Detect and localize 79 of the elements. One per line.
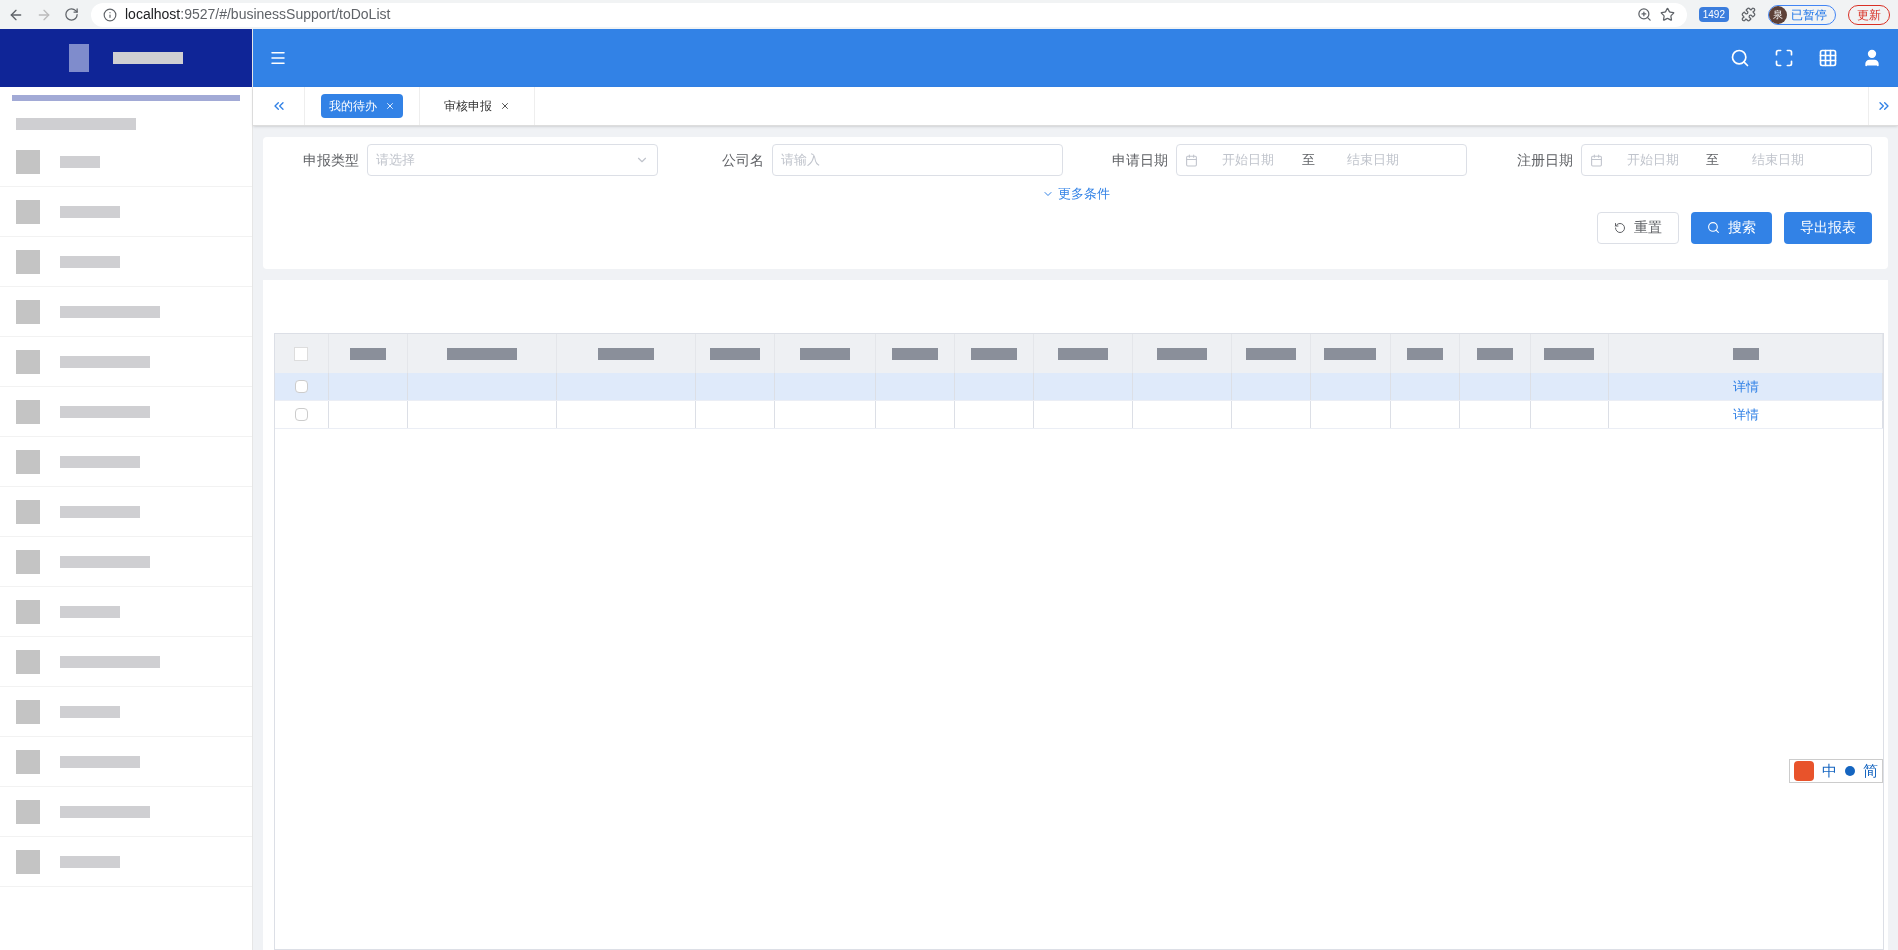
date-range-field[interactable]: 开始日期 至 结束日期 [1580, 144, 1872, 176]
header-checkbox[interactable] [294, 346, 309, 361]
table-row[interactable]: 详情 [275, 373, 1883, 401]
filter-label: 注册日期 [1515, 150, 1573, 170]
pixelated-text [60, 855, 120, 868]
pixelated-header [597, 347, 654, 360]
pixelated-icon [16, 599, 40, 624]
pixelated-icon [16, 349, 40, 374]
pixelated-header [1057, 347, 1108, 360]
pixelated-header [1246, 347, 1297, 360]
pixelated-icon [16, 149, 40, 174]
logo-icon [69, 44, 89, 72]
pixelated-text [60, 605, 120, 618]
pixelated-icon [16, 549, 40, 574]
fullscreen-icon[interactable] [1774, 48, 1794, 68]
zoom-icon[interactable] [1636, 7, 1652, 22]
address-bar[interactable]: localhost:9527/#/businessSupport/toDoList [91, 2, 1687, 27]
pixelated-text [60, 155, 100, 168]
page-tab[interactable]: 审核申报 [436, 94, 518, 118]
search-icon[interactable] [1730, 48, 1750, 68]
pixelated-header [446, 347, 517, 360]
filter-label: 申请日期 [1111, 150, 1169, 170]
pixelated-header [710, 347, 761, 360]
calendar-icon [1185, 153, 1199, 167]
pixelated-header [971, 347, 1018, 360]
search-icon [1707, 221, 1720, 234]
star-icon[interactable] [1659, 7, 1675, 22]
detail-link[interactable]: 详情 [1732, 376, 1759, 397]
ime-logo-icon [1794, 761, 1814, 781]
pixelated-header [349, 347, 386, 360]
url-text: localhost:9527/#/businessSupport/toDoList [125, 5, 391, 24]
pixelated-icon [16, 449, 40, 474]
row-checkbox[interactable] [294, 408, 308, 421]
pixelated-icon [16, 399, 40, 424]
pixelated-header [1406, 347, 1443, 360]
ime-script: 简 [1863, 760, 1878, 781]
more-conditions-link[interactable]: 更多条件 [1041, 184, 1110, 204]
menu-icon[interactable] [269, 49, 287, 67]
calendar-icon [1589, 153, 1603, 167]
date-range-field[interactable]: 开始日期 至 结束日期 [1176, 144, 1468, 176]
user-icon[interactable] [1862, 48, 1882, 68]
pixelated-header [1476, 347, 1513, 360]
table-row[interactable]: 详情 [275, 401, 1883, 429]
pixelated-icon [16, 799, 40, 824]
pixelated-text [60, 255, 120, 268]
detail-link[interactable]: 详情 [1732, 404, 1759, 425]
pixelated-header [1732, 347, 1759, 360]
pixelated-icon [16, 699, 40, 724]
extension-badge[interactable]: 1492 [1698, 7, 1729, 22]
pixelated-icon [16, 849, 40, 874]
pixelated-icon [16, 749, 40, 774]
row-checkbox[interactable] [294, 380, 308, 393]
reload-icon[interactable] [64, 7, 79, 22]
filter-label: 申报类型 [302, 150, 359, 170]
pixelated-text [60, 705, 120, 718]
pixelated-icon [16, 249, 40, 274]
info-icon [103, 7, 117, 22]
action-button[interactable]: 重置 [1597, 211, 1679, 244]
page-tab[interactable]: 我的待办 [321, 94, 403, 118]
pixelated-icon [16, 499, 40, 524]
ime-mode: 中 [1822, 760, 1837, 781]
close-icon[interactable] [385, 101, 395, 111]
pixelated-header [1156, 347, 1207, 360]
pixelated-text [60, 205, 120, 218]
pixelated-icon [16, 199, 40, 224]
pixelated-header [891, 347, 938, 360]
filter-label: 公司名 [720, 150, 764, 170]
pixelated-header [799, 347, 850, 360]
close-icon[interactable] [500, 101, 510, 111]
pixelated-header [1324, 347, 1377, 360]
grid-icon[interactable] [1818, 48, 1838, 68]
puzzle-icon[interactable] [1741, 7, 1756, 22]
pixelated-icon [16, 299, 40, 324]
action-button[interactable]: 导出报表 [1784, 211, 1872, 244]
action-button[interactable]: 搜索 [1691, 211, 1772, 244]
pixelated-icon [16, 649, 40, 674]
pixelated-title [113, 52, 183, 64]
pixelated-header [1544, 347, 1595, 360]
reset-icon [1614, 221, 1626, 234]
